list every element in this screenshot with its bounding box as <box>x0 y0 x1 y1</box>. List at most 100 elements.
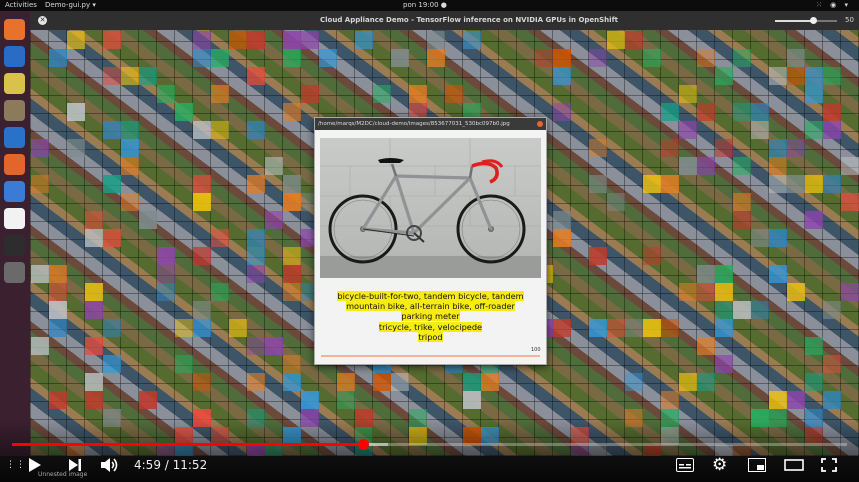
mosaic-tile <box>85 373 103 391</box>
mosaic-tile <box>823 103 841 121</box>
mosaic-tile <box>121 139 139 157</box>
mosaic-tile <box>175 319 193 337</box>
prediction-3: parking meter <box>401 311 460 322</box>
mosaic-tile <box>769 175 787 193</box>
mosaic-tile <box>607 31 625 49</box>
mosaic-tile <box>157 265 175 283</box>
mosaic-tile <box>751 121 769 139</box>
next-icon <box>69 459 81 471</box>
mosaic-tile <box>193 247 211 265</box>
mosaic-tile <box>283 31 301 49</box>
mosaic-tile <box>265 337 283 355</box>
close-window-button[interactable]: ✕ <box>38 16 47 25</box>
mosaic-tile <box>193 193 211 211</box>
slider-knob[interactable] <box>810 17 818 24</box>
activities-button[interactable]: Activities <box>5 0 37 11</box>
mosaic-tile <box>193 121 211 139</box>
mosaic-tile <box>661 391 679 409</box>
mosaic-tile <box>67 103 85 121</box>
subtitles-button[interactable] <box>676 455 694 475</box>
help-icon[interactable] <box>4 181 25 202</box>
mosaic-tile <box>805 175 823 193</box>
popup-close-button[interactable] <box>537 121 543 127</box>
terminal-icon[interactable] <box>4 235 25 256</box>
mosaic-tile <box>247 67 265 85</box>
window-title: Cloud Appliance Demo - TensorFlow infere… <box>320 16 618 24</box>
volume-button[interactable] <box>100 455 120 475</box>
grid-dots-icon[interactable]: ⋮⋮ <box>6 455 26 475</box>
mosaic-tile <box>787 283 805 301</box>
mosaic-tile <box>715 319 733 337</box>
miniplayer-button[interactable] <box>748 455 766 475</box>
played-bar <box>12 443 363 446</box>
prediction-labels: bicycle-built-for-two, tandem bicycle, t… <box>319 291 542 342</box>
mosaic-tile <box>733 49 751 67</box>
fullscreen-button[interactable] <box>821 455 837 475</box>
video-progress-bar[interactable] <box>12 443 847 446</box>
firefox-icon[interactable] <box>4 19 25 40</box>
prediction-2: mountain bike, all-terrain bike, off-roa… <box>346 301 515 312</box>
prediction-4: tricycle, trike, velocipede <box>378 321 483 332</box>
mosaic-tile <box>211 229 229 247</box>
mosaic-tile <box>607 193 625 211</box>
mosaic-tile <box>121 157 139 175</box>
files-icon[interactable] <box>4 100 25 121</box>
prediction-1: bicycle-built-for-two, tandem bicycle, t… <box>337 291 524 301</box>
mosaic-tile <box>103 355 121 373</box>
mosaic-tile <box>715 265 733 283</box>
mosaic-tile <box>247 229 265 247</box>
thunderbird-icon[interactable] <box>4 46 25 67</box>
mosaic-tile <box>643 175 661 193</box>
software-center-icon[interactable] <box>4 154 25 175</box>
mosaic-tile <box>301 31 319 49</box>
mosaic-tile <box>247 175 265 193</box>
slider-fill <box>775 20 814 22</box>
libreoffice-writer-icon[interactable] <box>4 127 25 148</box>
rhythmbox-icon[interactable] <box>4 73 25 94</box>
mosaic-tile <box>49 49 67 67</box>
mosaic-tile <box>427 31 445 49</box>
mosaic-tile <box>679 283 697 301</box>
mosaic-tile <box>283 355 301 373</box>
bicycle-image <box>320 138 541 399</box>
mosaic-tile <box>625 373 643 391</box>
mosaic-tile <box>247 121 265 139</box>
mosaic-tile <box>589 247 607 265</box>
amazon-icon[interactable] <box>4 208 25 229</box>
mosaic-tile <box>175 103 193 121</box>
mosaic-tile <box>805 67 823 85</box>
mosaic-tile <box>769 157 787 175</box>
mosaic-tile <box>85 211 103 229</box>
mosaic-tile <box>715 139 733 157</box>
mosaic-tile <box>157 85 175 103</box>
settings-gear-icon[interactable]: ⚙ <box>712 455 727 475</box>
demo-app-icon[interactable] <box>4 262 25 283</box>
mosaic-tile <box>679 85 697 103</box>
mosaic-tile <box>265 157 283 175</box>
time-display: 4:59 / 11:52 <box>134 458 208 472</box>
system-tray[interactable]: ⁙ ◉ ▾ <box>816 0 851 11</box>
mosaic-tile <box>31 139 49 157</box>
mosaic-tile <box>697 157 715 175</box>
mosaic-tile <box>49 283 67 301</box>
mosaic-tile <box>805 121 823 139</box>
mosaic-tile <box>103 121 121 139</box>
popup-title: /home/marqs/M2DC/cloud-demo/images/85367… <box>315 118 546 130</box>
batch-slider[interactable] <box>775 17 837 24</box>
mosaic-tile <box>787 67 805 85</box>
theater-mode-button[interactable] <box>784 455 804 475</box>
mosaic-tile <box>553 67 571 85</box>
mosaic-tile <box>103 229 121 247</box>
clock[interactable]: pon 19:00 ● <box>403 0 447 11</box>
launcher-dock <box>0 11 30 456</box>
mosaic-tile <box>823 391 841 409</box>
mosaic-tile <box>751 229 769 247</box>
volume-icon <box>101 458 118 472</box>
mosaic-tile <box>805 337 823 355</box>
scrubber-handle[interactable] <box>357 439 369 450</box>
mosaic-tile <box>661 139 679 157</box>
mosaic-tile <box>769 67 787 85</box>
mosaic-tile <box>301 85 319 103</box>
mosaic-tile <box>265 211 283 229</box>
app-menu[interactable]: Demo-gui.py ▾ <box>45 0 96 11</box>
